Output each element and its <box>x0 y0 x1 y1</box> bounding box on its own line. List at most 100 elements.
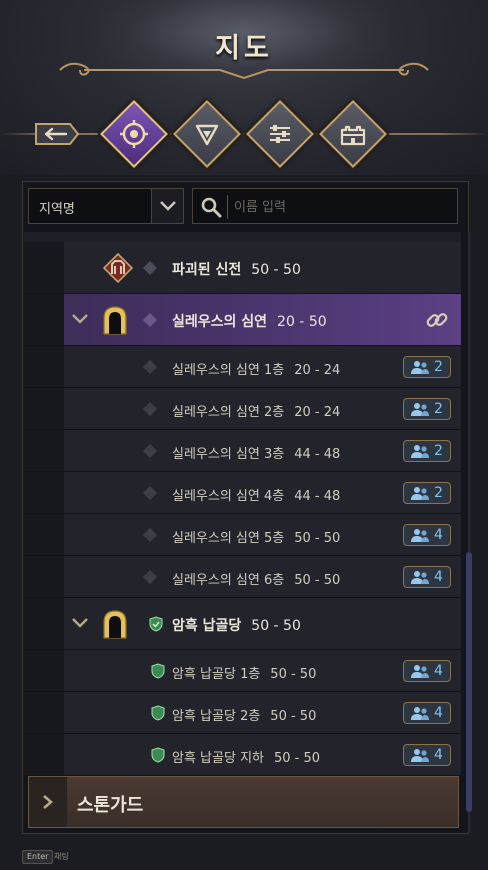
search-box <box>192 188 458 224</box>
list-item-ruined-temple[interactable]: 파괴된 신전 50 - 50 <box>24 242 461 294</box>
row-name: 실레우스의 심연 6층 <box>172 573 285 588</box>
row-name: 실레우스의 심연 4층 <box>172 489 285 504</box>
list-item-sileus-abyss-4f[interactable]: 실레우스의 심연 4층 44 - 48 2 <box>24 472 461 514</box>
party-count: 4 <box>434 663 443 679</box>
list-item-dark-ossuary-1f[interactable]: 암흑 납골당 1층 50 - 50 4 <box>24 650 461 692</box>
row-indent <box>24 346 64 387</box>
row-name: 실레우스의 심연 5층 <box>172 531 285 546</box>
list-item-sileus-abyss-3f[interactable]: 실레우스의 심연 3층 44 - 48 2 <box>24 430 461 472</box>
select-dropdown-button[interactable] <box>151 189 183 223</box>
party-count: 2 <box>434 485 443 501</box>
party-icon <box>411 361 429 374</box>
list-item-dark-ossuary-2f[interactable]: 암흑 납골당 2층 50 - 50 4 <box>24 692 461 734</box>
gate-icon <box>103 610 127 639</box>
party-count: 2 <box>434 443 443 459</box>
funnel-icon <box>195 124 219 146</box>
chevron-down-icon[interactable] <box>70 312 90 326</box>
chevron-down-icon[interactable] <box>70 616 90 630</box>
row-label: 실레우스의 심연 20 - 50 <box>172 311 327 331</box>
list-item-sileus-abyss-2f[interactable]: 실레우스의 심연 2층 20 - 24 2 <box>24 388 461 430</box>
row-level-range: 20 - 24 <box>294 363 341 378</box>
row-level-range: 50 - 50 <box>294 531 341 546</box>
gate-icon <box>103 306 127 335</box>
party-size-badge: 4 <box>403 702 451 724</box>
party-icon <box>411 707 429 720</box>
ruins-icon <box>102 252 134 284</box>
row-label: 실레우스의 심연 6층 50 - 50 <box>172 569 340 588</box>
shield-icon <box>151 705 165 721</box>
row-name: 암흑 납골당 <box>172 618 242 634</box>
nav-bar <box>0 96 488 172</box>
chevron-right-icon <box>43 795 53 809</box>
region-filter-select[interactable]: 지역명 <box>28 188 184 224</box>
select-value: 지역명 <box>39 202 75 217</box>
row-indent <box>24 692 64 733</box>
chat-label[interactable]: 채팅 <box>54 851 69 862</box>
row-level-range: 44 - 48 <box>294 489 341 504</box>
title-ornament <box>59 62 429 80</box>
row-indent <box>24 514 64 555</box>
expand-toggle[interactable] <box>29 777 67 827</box>
list-item-sileus-abyss-5f[interactable]: 실레우스의 심연 5층 50 - 50 4 <box>24 514 461 556</box>
row-indent <box>24 556 64 597</box>
row-name: 암흑 납골당 지하 <box>172 751 264 766</box>
list-item-sileus-abyss-1f[interactable]: 실레우스의 심연 1층 20 - 24 2 <box>24 346 461 388</box>
row-name: 암흑 납골당 1층 <box>172 667 261 682</box>
tab-settings[interactable] <box>246 100 314 168</box>
party-icon <box>411 529 429 542</box>
scroll-thumb[interactable] <box>466 552 472 812</box>
diamond-icon <box>143 444 157 458</box>
diamond-icon <box>143 486 157 500</box>
diamond-icon <box>143 360 157 374</box>
row-label: 암흑 납골당 50 - 50 <box>172 615 301 635</box>
row-indent <box>24 734 64 775</box>
tab-castle[interactable] <box>319 100 387 168</box>
row-name: 실레우스의 심연 1층 <box>172 363 285 378</box>
row-label: 실레우스의 심연 4층 44 - 48 <box>172 485 340 504</box>
tab-filter[interactable] <box>173 100 241 168</box>
row-indent <box>24 294 64 345</box>
row-name: 실레우스의 심연 <box>172 314 268 330</box>
region-stonegard[interactable]: 스톤가드 <box>28 776 459 828</box>
party-size-badge: 2 <box>403 398 451 420</box>
party-icon <box>411 665 429 678</box>
diamond-icon <box>143 261 157 275</box>
sliders-icon <box>270 125 290 143</box>
list-item-dark-ossuary[interactable]: 암흑 납골당 50 - 50 <box>24 598 461 650</box>
search-bar: 지역명 <box>28 188 458 224</box>
row-indent <box>24 430 64 471</box>
row-level-range: 44 - 48 <box>294 447 341 462</box>
search-input[interactable] <box>227 195 451 219</box>
list-item-sileus-abyss-6f[interactable]: 실레우스의 심연 6층 50 - 50 4 <box>24 556 461 598</box>
row-level-range: 20 - 50 <box>277 314 327 330</box>
party-icon <box>411 403 429 416</box>
diamond-icon <box>143 570 157 584</box>
party-size-badge: 4 <box>403 660 451 682</box>
search-icon[interactable] <box>199 195 223 219</box>
row-name: 실레우스의 심연 3층 <box>172 447 285 462</box>
party-size-badge: 2 <box>403 482 451 504</box>
list-scrollbar[interactable] <box>464 232 474 832</box>
row-indent <box>24 242 64 293</box>
list-item-dark-ossuary-basement[interactable]: 암흑 납골당 지하 50 - 50 4 <box>24 734 461 776</box>
link-icon[interactable] <box>425 308 449 332</box>
party-size-badge: 4 <box>403 744 451 766</box>
party-icon <box>411 571 429 584</box>
row-label: 암흑 납골당 1층 50 - 50 <box>172 663 316 682</box>
castle-icon <box>340 125 366 146</box>
diamond-icon <box>143 402 157 416</box>
party-count: 4 <box>434 747 443 763</box>
back-arrow-icon[interactable] <box>34 122 80 146</box>
row-indent <box>24 598 64 649</box>
row-level-range: 50 - 50 <box>294 573 341 588</box>
row-level-range: 50 - 50 <box>270 709 317 724</box>
row-level-range: 50 - 50 <box>251 618 301 634</box>
row-name: 암흑 납골당 2층 <box>172 709 261 724</box>
tab-map[interactable] <box>100 100 168 168</box>
row-label: 실레우스의 심연 2층 20 - 24 <box>172 401 340 420</box>
party-count: 2 <box>434 401 443 417</box>
row-label: 파괴된 신전 50 - 50 <box>172 259 301 279</box>
row-level-range: 50 - 50 <box>274 751 321 766</box>
list-item-sileus-abyss[interactable]: 실레우스의 심연 20 - 50 <box>24 294 461 346</box>
diamond-icon <box>143 528 157 542</box>
